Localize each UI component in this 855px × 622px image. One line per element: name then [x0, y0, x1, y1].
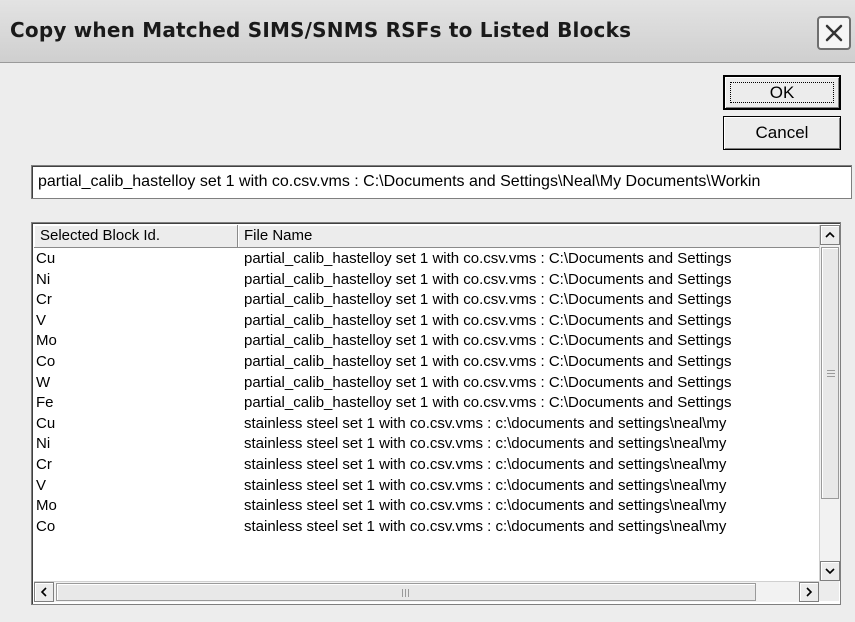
- arrow-down-icon: [825, 568, 835, 575]
- cell-file-name: stainless steel set 1 with co.csv.vms : …: [244, 455, 727, 473]
- cell-file-name: stainless steel set 1 with co.csv.vms : …: [244, 435, 727, 453]
- list-row[interactable]: Co stainless steel set 1 with co.csv.vms …: [34, 517, 819, 538]
- cell-block-id: Ni: [36, 270, 51, 288]
- cell-file-name: stainless steel set 1 with co.csv.vms : …: [244, 414, 727, 432]
- thumb-grip-line: [827, 376, 835, 377]
- close-icon: [825, 24, 843, 42]
- cell-file-name: partial_calib_hastelloy set 1 with co.cs…: [244, 394, 732, 412]
- cell-block-id: Cr: [36, 455, 52, 473]
- cell-file-name: partial_calib_hastelloy set 1 with co.cs…: [244, 352, 732, 370]
- cell-file-name: partial_calib_hastelloy set 1 with co.cs…: [244, 373, 732, 391]
- dialog-window: Copy when Matched SIMS/SNMS RSFs to List…: [0, 0, 855, 622]
- list-row[interactable]: Cu stainless steel set 1 with co.csv.vms …: [34, 414, 819, 435]
- cell-block-id: Co: [36, 352, 56, 370]
- cell-block-id: Cr: [36, 291, 52, 309]
- scroll-right-button[interactable]: [799, 582, 819, 602]
- cell-block-id: V: [36, 311, 47, 329]
- cancel-button-label: Cancel: [755, 123, 809, 142]
- thumb-grip-line: [827, 373, 835, 374]
- cell-block-id: W: [36, 373, 51, 391]
- cell-file-name: partial_calib_hastelloy set 1 with co.cs…: [244, 270, 732, 288]
- list-row[interactable]: Fe partial_calib_hastelloy set 1 with co.…: [34, 393, 819, 414]
- ok-button[interactable]: OK: [723, 75, 841, 110]
- cell-block-id: Cu: [36, 250, 56, 267]
- focus-rectangle: [730, 82, 834, 103]
- horizontal-scrollbar[interactable]: [34, 581, 819, 602]
- cell-block-id: Cu: [36, 414, 56, 432]
- scroll-down-button[interactable]: [820, 561, 840, 581]
- source-file-field[interactable]: partial_calib_hastelloy set 1 with co.cs…: [31, 165, 852, 199]
- list-row[interactable]: Cu partial_calib_hastelloy set 1 with co.…: [34, 249, 819, 270]
- list-row[interactable]: Vstainless steel set 1 with co.csv.vms :…: [34, 476, 819, 497]
- cancel-button[interactable]: Cancel: [723, 116, 841, 150]
- cell-file-name: stainless steel set 1 with co.csv.vms : …: [244, 497, 727, 515]
- arrow-up-icon: [825, 231, 835, 238]
- list-header: Selected Block Id. File Name: [34, 225, 819, 248]
- list-row[interactable]: Ni stainless steel set 1 with co.csv.vms …: [34, 434, 819, 455]
- list-rows: Cu partial_calib_hastelloy set 1 with co.…: [34, 249, 819, 537]
- cell-file-name: partial_calib_hastelloy set 1 with co.cs…: [244, 250, 732, 267]
- cell-file-name: partial_calib_hastelloy set 1 with co.cs…: [244, 291, 732, 309]
- column-header-file-name[interactable]: File Name: [238, 225, 819, 247]
- arrow-right-icon: [806, 587, 813, 597]
- cell-block-id: Fe: [36, 394, 54, 412]
- cell-block-id: Mo: [36, 332, 57, 350]
- cell-block-id: V: [36, 476, 47, 494]
- column-header-block-id[interactable]: Selected Block Id.: [34, 225, 238, 247]
- list-row[interactable]: Co partial_calib_hastelloy set 1 with co.…: [34, 352, 819, 373]
- cell-block-id: Ni: [36, 435, 51, 453]
- window-title: Copy when Matched SIMS/SNMS RSFs to List…: [10, 18, 632, 42]
- title-bar[interactable]: Copy when Matched SIMS/SNMS RSFs to List…: [0, 0, 855, 63]
- close-button[interactable]: [817, 16, 851, 50]
- scrollbar-corner: [819, 581, 839, 601]
- list-row[interactable]: Ni partial_calib_hastelloy set 1 with co.…: [34, 270, 819, 291]
- list-row[interactable]: Cr stainless steel set 1 with co.csv.vms …: [34, 455, 819, 476]
- cell-file-name: partial_calib_hastelloy set 1 with co.cs…: [244, 311, 732, 329]
- cell-file-name: stainless steel set 1 with co.csv.vms : …: [244, 517, 727, 535]
- list-row[interactable]: Mo stainless steel set 1 with co.csv.vms …: [34, 496, 819, 517]
- thumb-grip-line: [408, 589, 409, 597]
- cell-file-name: stainless steel set 1 with co.csv.vms : …: [244, 476, 727, 494]
- thumb-grip-line: [405, 589, 406, 597]
- list-row[interactable]: Wpartial_calib_hastelloy set 1 with co.c…: [34, 373, 819, 394]
- vertical-scroll-thumb[interactable]: [821, 247, 839, 499]
- horizontal-scroll-thumb[interactable]: [56, 583, 756, 601]
- arrow-left-icon: [40, 587, 47, 597]
- list-row[interactable]: Cr partial_calib_hastelloy set 1 with co.…: [34, 290, 819, 311]
- thumb-grip-line: [827, 370, 835, 371]
- cell-block-id: Mo: [36, 497, 57, 515]
- scroll-left-button[interactable]: [34, 582, 54, 602]
- scroll-up-button[interactable]: [820, 225, 840, 245]
- cell-file-name: partial_calib_hastelloy set 1 with co.cs…: [244, 332, 732, 350]
- block-list[interactable]: Selected Block Id. File Name Cu partial_c…: [31, 222, 841, 605]
- thumb-grip-line: [402, 589, 403, 597]
- list-row[interactable]: Vpartial_calib_hastelloy set 1 with co.c…: [34, 311, 819, 332]
- vertical-scrollbar[interactable]: [819, 225, 840, 581]
- list-row[interactable]: Mo partial_calib_hastelloy set 1 with co.…: [34, 331, 819, 352]
- cell-block-id: Co: [36, 517, 56, 535]
